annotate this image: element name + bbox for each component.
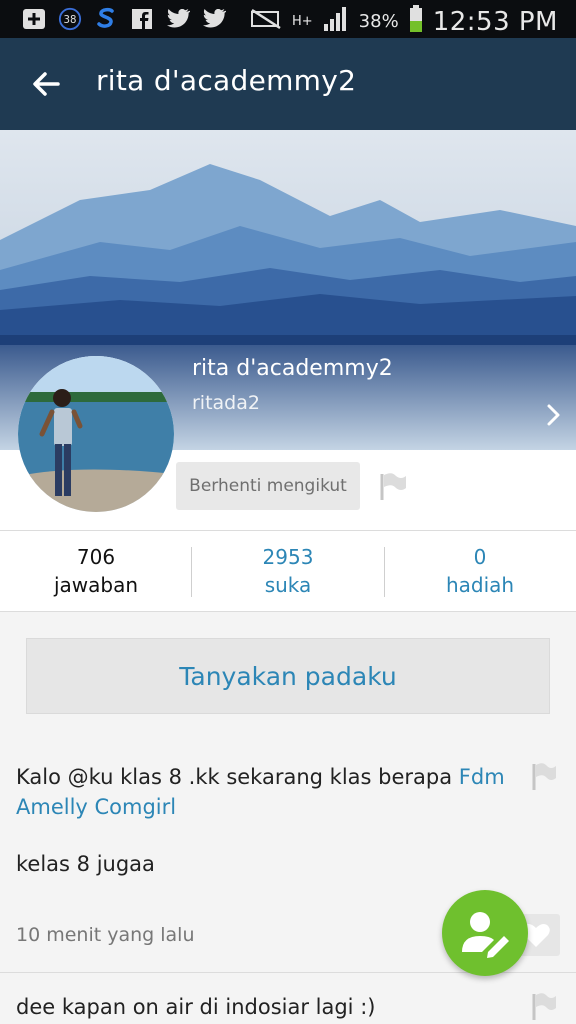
s-app-icon (94, 7, 118, 31)
mute-icon (250, 8, 282, 35)
twitter-icon (166, 7, 190, 31)
add-box-icon (22, 7, 46, 31)
back-arrow-icon[interactable] (28, 66, 64, 102)
profile-username: ritada2 (192, 392, 260, 414)
question-body: dee kapan on air di indosiar lagi :) (16, 995, 376, 1019)
app-bar: rita d'academmy2 (0, 38, 576, 130)
facebook-icon (130, 7, 154, 31)
network-type: H+ (292, 14, 313, 29)
stat-value: 2953 (262, 545, 314, 569)
notification-count: 38 (64, 15, 77, 26)
flag-icon[interactable] (378, 472, 408, 500)
status-bar: 38 H+ 38% 12:53 PM (0, 0, 576, 38)
avatar[interactable] (18, 356, 174, 512)
ask-question-fab[interactable] (442, 890, 528, 976)
ask-me-button[interactable]: Tanyakan padaku (26, 638, 550, 714)
stat-answers[interactable]: 706 jawaban (0, 531, 192, 611)
stat-gifts[interactable]: 0 hadiah (384, 531, 576, 611)
answer-text: kelas 8 jugaa (16, 852, 155, 876)
network-icon: H+ (292, 15, 313, 28)
question-body: Kalo @ku klas 8 .kk sekarang klas berapa (16, 765, 453, 789)
stat-label: jawaban (53, 573, 139, 597)
stat-label: hadiah (445, 573, 515, 597)
flag-icon[interactable] (530, 762, 558, 790)
chevron-right-icon[interactable] (542, 400, 566, 430)
stat-value: 706 (76, 545, 116, 569)
twitter-icon (202, 7, 226, 31)
flag-icon[interactable] (530, 992, 558, 1020)
stats-bar: 706 jawaban 2953 suka 0 hadiah (0, 530, 576, 612)
unfollow-button[interactable]: Berhenti mengikut (176, 462, 360, 510)
question-text[interactable]: Kalo @ku klas 8 .kk sekarang klas berapa… (16, 762, 516, 822)
answer-timestamp: 10 menit yang lalu (16, 924, 195, 946)
stat-likes[interactable]: 2953 suka (192, 531, 384, 611)
battery-percent: 38% (358, 11, 399, 32)
user-edit-icon (462, 912, 509, 958)
battery-icon (409, 5, 423, 38)
notification-count-icon: 38 (58, 7, 82, 31)
signal-icon (323, 7, 349, 36)
profile-display-name: rita d'academmy2 (192, 356, 393, 381)
question-text[interactable]: dee kapan on air di indosiar lagi :) (16, 992, 516, 1022)
clock: 12:53 PM (432, 6, 558, 37)
page-title: rita d'academmy2 (96, 64, 357, 97)
stat-label: suka (264, 573, 312, 597)
stat-value: 0 (473, 545, 487, 569)
